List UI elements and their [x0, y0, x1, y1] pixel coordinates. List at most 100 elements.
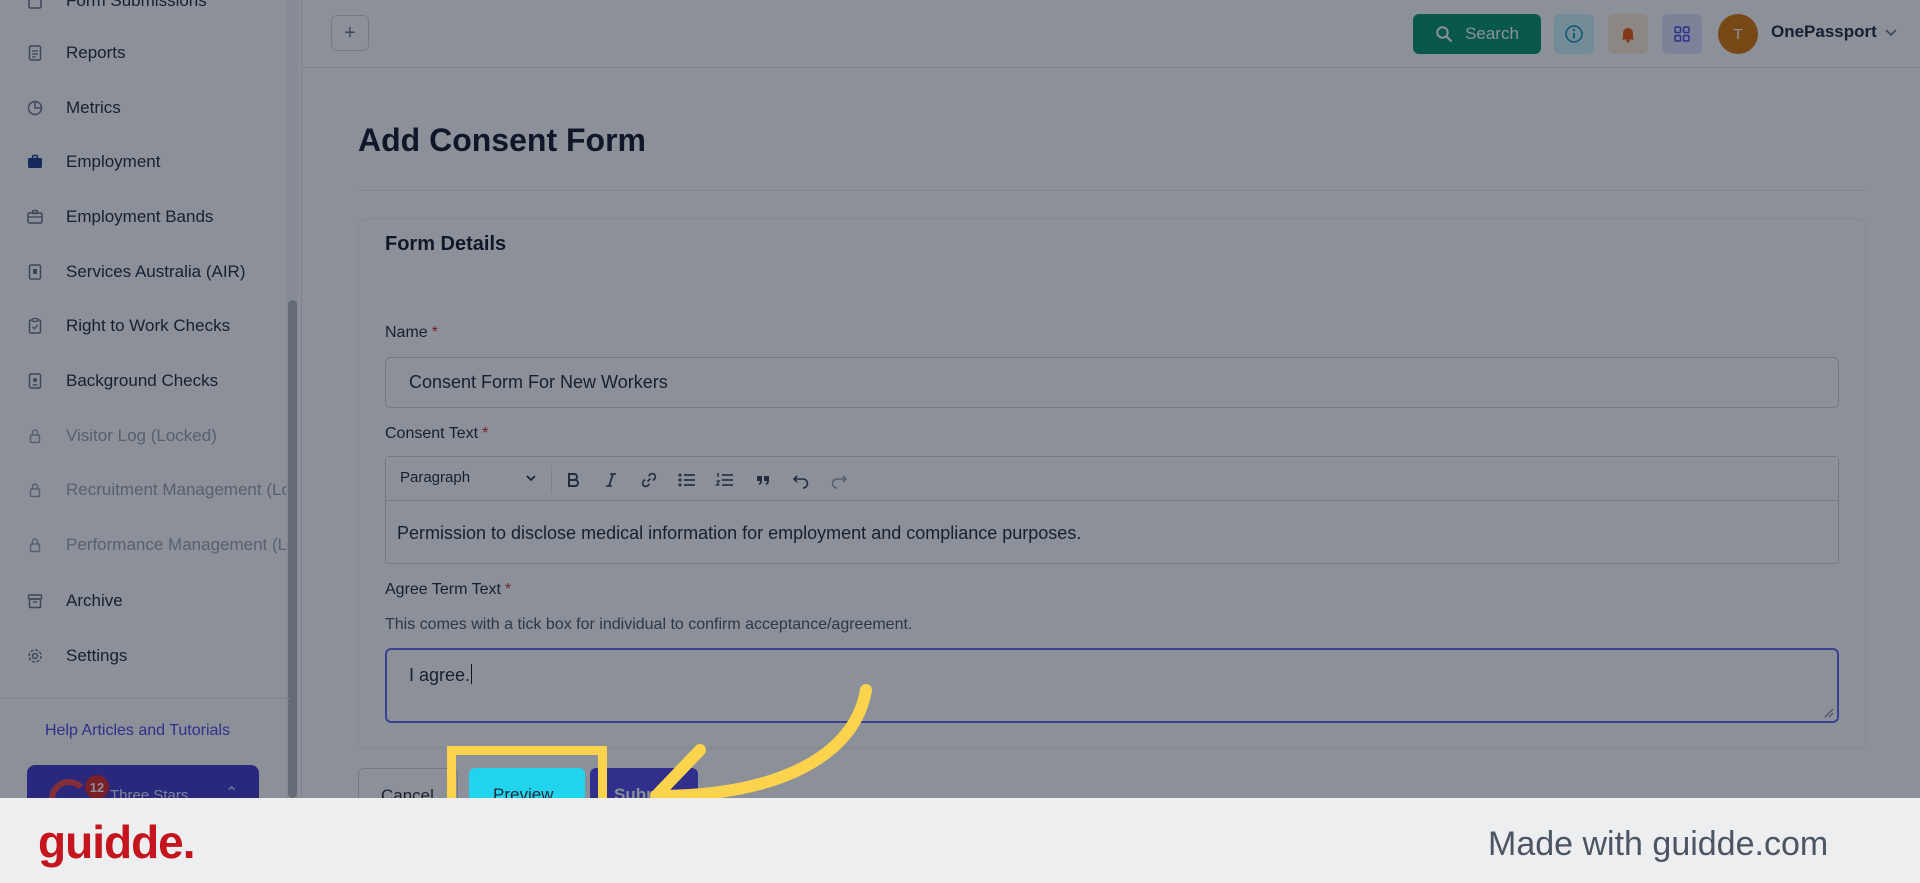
- sidebar-item-visitor-log[interactable]: Visitor Log (Locked): [26, 421, 217, 451]
- blockquote-button[interactable]: [750, 467, 776, 493]
- id-card-icon: [28, 264, 42, 280]
- lock-icon: [29, 483, 41, 498]
- made-with-text: Made with guidde.com: [1488, 825, 1829, 863]
- required-mark: *: [482, 425, 489, 442]
- sidebar-item-label: Services Australia (AIR): [66, 262, 246, 281]
- briefcase-outline-icon: [27, 209, 43, 224]
- sidebar-item-label: Archive: [66, 591, 123, 610]
- sidebar-item-label: Right to Work Checks: [66, 316, 231, 335]
- page-title: Add Consent Form: [358, 122, 646, 158]
- pie-chart-icon: [27, 100, 43, 116]
- promo-text: Three Stars: [110, 787, 189, 798]
- agree-term-label: Agree Term Text *: [385, 581, 511, 599]
- sidebar-item-services-australia[interactable]: Services Australia (AIR): [26, 257, 246, 287]
- link-button[interactable]: [636, 467, 662, 493]
- sidebar: Form Submissions Reports Metrics Employm…: [0, 0, 302, 798]
- sidebar-item-employment-bands[interactable]: Employment Bands: [26, 202, 213, 232]
- undo-button[interactable]: [788, 467, 814, 493]
- search-button[interactable]: Search: [1413, 14, 1541, 54]
- archive-icon: [27, 594, 43, 609]
- italic-icon: [606, 473, 616, 487]
- consent-text-label: Consent Text *: [385, 425, 488, 443]
- sidebar-item-label: Recruitment Management (Lo: [66, 480, 291, 499]
- bold-button[interactable]: [560, 467, 586, 493]
- info-button[interactable]: [1554, 14, 1594, 54]
- lock-icon: [29, 429, 41, 444]
- sidebar-item-label: Metrics: [66, 98, 121, 117]
- redo-button[interactable]: [826, 467, 852, 493]
- paragraph-format-value: Paragraph: [400, 469, 471, 486]
- sidebar-item-label: Employment: [66, 152, 161, 171]
- gear-icon: [28, 649, 42, 663]
- top-header: + Search T OnePassport: [303, 0, 1920, 68]
- required-mark: *: [504, 581, 512, 598]
- redo-icon: [831, 475, 848, 489]
- sidebar-item-settings[interactable]: Settings: [26, 641, 127, 671]
- sidebar-item-background-checks[interactable]: Background Checks: [26, 366, 218, 396]
- chevron-up-icon: ⌃: [225, 785, 239, 798]
- consent-label-text: Consent Text: [385, 425, 479, 442]
- paragraph-format-select[interactable]: Paragraph: [400, 469, 538, 486]
- link-icon: [641, 472, 657, 488]
- clipboard-check-icon: [28, 317, 42, 334]
- sidebar-item-employment[interactable]: Employment: [26, 147, 160, 177]
- numbered-list-icon: [715, 473, 733, 486]
- quote-icon: [757, 476, 769, 485]
- sidebar-scrollbar-thumb[interactable]: [288, 300, 297, 798]
- sidebar-item-label: Visitor Log (Locked): [66, 426, 217, 445]
- lock-icon: [29, 538, 41, 553]
- sidebar-item-reports[interactable]: Reports: [26, 38, 126, 68]
- chevron-down-icon: [526, 474, 536, 481]
- add-button[interactable]: +: [331, 15, 369, 51]
- sidebar-item-label: Employment Bands: [66, 207, 214, 226]
- name-label-text: Name: [385, 324, 428, 341]
- grid-icon: [1674, 26, 1690, 42]
- title-divider: [358, 190, 1866, 191]
- agree-term-value: I agree.: [409, 665, 471, 685]
- file-user-icon: [28, 373, 42, 389]
- editor-toolbar: Paragraph: [386, 457, 1838, 501]
- guidde-logo: guidde.: [38, 816, 196, 868]
- resize-handle-icon[interactable]: [1824, 708, 1834, 718]
- notification-badge: 12: [85, 775, 109, 798]
- sidebar-item-archive[interactable]: Archive: [26, 586, 123, 616]
- avatar[interactable]: T: [1718, 14, 1758, 54]
- text-caret: [471, 664, 473, 684]
- bullet-list-icon: [678, 473, 695, 487]
- agree-label-text: Agree Term Text: [385, 581, 501, 598]
- card-title: Form Details: [385, 233, 507, 255]
- italic-button[interactable]: [598, 467, 624, 493]
- sidebar-item-metrics[interactable]: Metrics: [26, 93, 121, 123]
- undo-icon: [792, 475, 809, 489]
- search-button-label: Search: [1465, 24, 1519, 43]
- toolbar-separator: [551, 465, 552, 493]
- apps-button[interactable]: [1662, 14, 1702, 54]
- sidebar-item-label: Form Submissions: [66, 0, 207, 10]
- bell-icon: [1621, 28, 1635, 43]
- sidebar-item-label: Performance Management (Lo: [66, 535, 297, 554]
- sidebar-item-recruitment[interactable]: Recruitment Management (Lo: [26, 475, 291, 505]
- notifications-button[interactable]: [1608, 14, 1648, 54]
- user-menu-name[interactable]: OnePassport: [1771, 22, 1877, 42]
- sidebar-item-right-to-work[interactable]: Right to Work Checks: [26, 311, 230, 341]
- numbered-list-button[interactable]: [712, 467, 738, 493]
- required-mark: *: [431, 324, 438, 341]
- bold-icon: [568, 473, 579, 487]
- bullet-list-button[interactable]: [674, 467, 700, 493]
- sidebar-item-form-submissions[interactable]: Form Submissions: [26, 0, 207, 16]
- document-icon: [28, 45, 42, 61]
- name-input[interactable]: Consent Form For New Workers: [385, 357, 1839, 408]
- consent-text-editor: Paragraph Permission to disclose medical…: [385, 456, 1839, 564]
- sidebar-item-label: Reports: [66, 43, 126, 62]
- sidebar-item-performance[interactable]: Performance Management (Lo: [26, 530, 297, 560]
- briefcase-icon: [28, 154, 42, 168]
- consent-text-content[interactable]: Permission to disclose medical informati…: [397, 523, 1081, 544]
- promo-logo: [49, 779, 89, 798]
- sidebar-item-label: Background Checks: [66, 371, 219, 390]
- agree-term-textarea[interactable]: I agree.: [385, 648, 1839, 723]
- promo-card[interactable]: 12 Three Stars ⌃: [27, 765, 259, 798]
- help-articles-link[interactable]: Help Articles and Tutorials: [45, 722, 230, 740]
- search-icon: [1436, 26, 1453, 43]
- chevron-down-icon[interactable]: [1883, 24, 1899, 40]
- sidebar-item-label: Settings: [66, 646, 128, 665]
